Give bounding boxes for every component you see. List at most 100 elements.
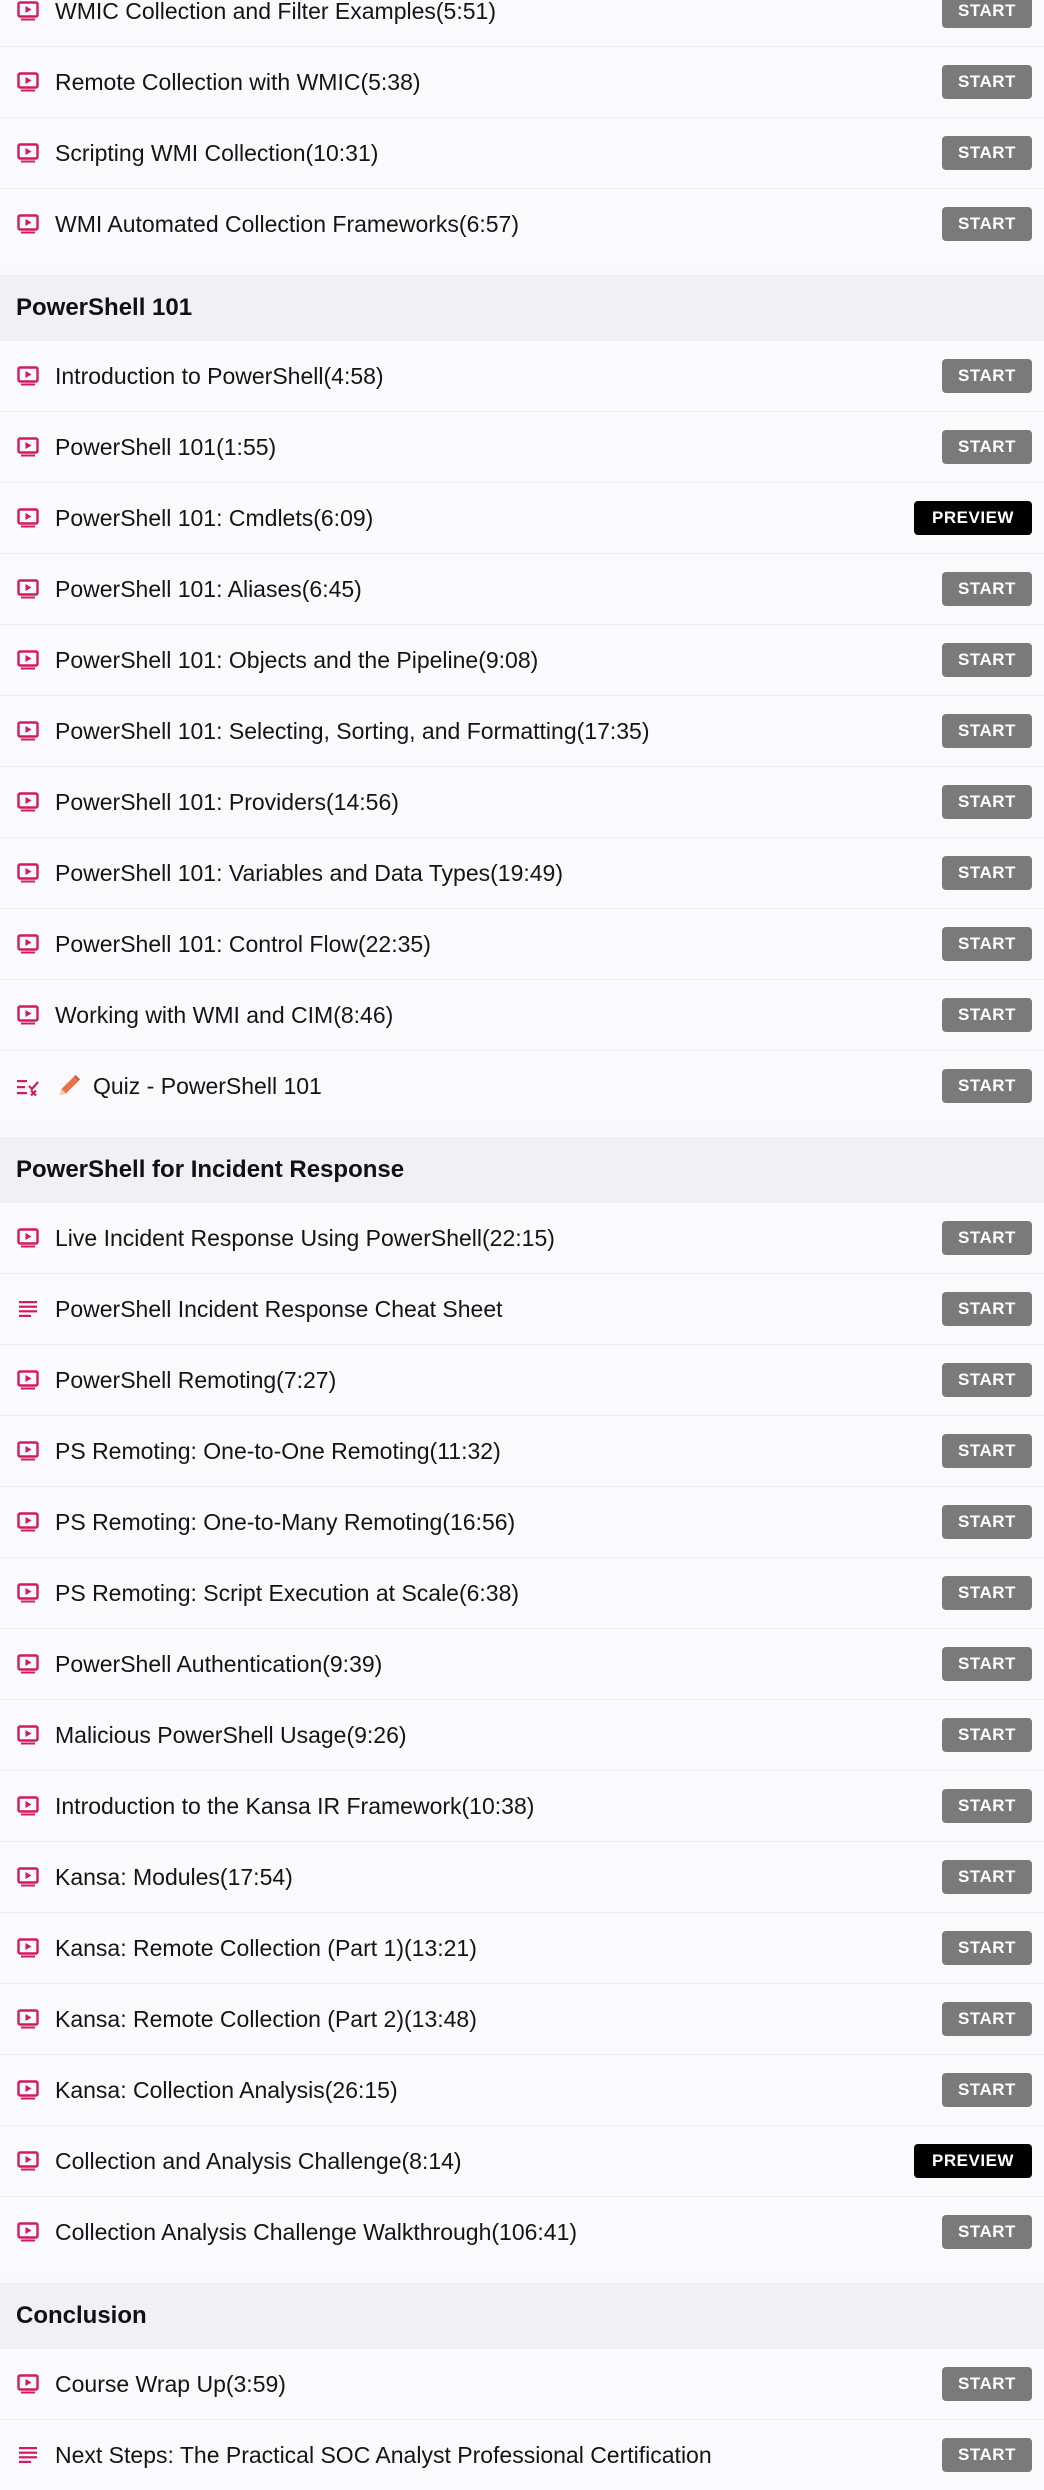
lesson-title[interactable]: PowerShell 101(1:55) — [55, 434, 1044, 461]
video-lesson-icon — [16, 2220, 40, 2244]
start-button[interactable]: START — [942, 572, 1032, 606]
lesson-title[interactable]: Kansa: Modules(17:54) — [55, 1864, 1044, 1891]
start-button[interactable]: START — [942, 856, 1032, 890]
start-button[interactable]: START — [942, 1789, 1032, 1823]
preview-button[interactable]: PREVIEW — [914, 501, 1032, 535]
lesson-title[interactable]: WMIC Collection and Filter Examples(5:51… — [55, 0, 1044, 25]
start-button[interactable]: START — [942, 430, 1032, 464]
lesson-item[interactable]: Working with WMI and CIM(8:46) START — [0, 980, 1044, 1051]
lesson-item[interactable]: PS Remoting: One-to-One Remoting(11:32) S… — [0, 1416, 1044, 1487]
start-button[interactable]: START — [942, 2438, 1032, 2472]
lesson-item[interactable]: PowerShell 101: Objects and the Pipeline… — [0, 625, 1044, 696]
lesson-title[interactable]: PowerShell 101: Cmdlets(6:09) — [55, 505, 1044, 532]
lesson-title[interactable]: PowerShell 101: Providers(14:56) — [55, 789, 1044, 816]
start-button[interactable]: START — [942, 1292, 1032, 1326]
start-button[interactable]: START — [942, 1221, 1032, 1255]
lesson-item[interactable]: PS Remoting: One-to-Many Remoting(16:56)… — [0, 1487, 1044, 1558]
start-button[interactable]: START — [942, 2215, 1032, 2249]
lesson-item[interactable]: Collection Analysis Challenge Walkthroug… — [0, 2197, 1044, 2267]
lesson-title[interactable]: Working with WMI and CIM(8:46) — [55, 1002, 1044, 1029]
start-button[interactable]: START — [942, 1363, 1032, 1397]
start-button[interactable]: START — [942, 0, 1032, 28]
lesson-item[interactable]: Kansa: Modules(17:54) START — [0, 1842, 1044, 1913]
lesson-item[interactable]: PowerShell 101: Cmdlets(6:09) PREVIEW — [0, 483, 1044, 554]
lesson-item[interactable]: Next Steps: The Practical SOC Analyst Pr… — [0, 2420, 1044, 2490]
start-button[interactable]: START — [942, 927, 1032, 961]
lesson-title[interactable]: PS Remoting: Script Execution at Scale(6… — [55, 1580, 1044, 1607]
lesson-title[interactable]: Scripting WMI Collection(10:31) — [55, 140, 1044, 167]
lesson-item[interactable]: PowerShell 101: Control Flow(22:35) START — [0, 909, 1044, 980]
start-button[interactable]: START — [942, 714, 1032, 748]
start-button[interactable]: START — [942, 1718, 1032, 1752]
lesson-item[interactable]: Remote Collection with WMIC(5:38) START — [0, 47, 1044, 118]
start-button[interactable]: START — [942, 998, 1032, 1032]
lesson-item[interactable]: PowerShell 101: Aliases(6:45) START — [0, 554, 1044, 625]
lesson-title[interactable]: PowerShell 101: Aliases(6:45) — [55, 576, 1044, 603]
start-button[interactable]: START — [942, 1647, 1032, 1681]
lesson-title[interactable]: WMI Automated Collection Frameworks(6:57… — [55, 211, 1044, 238]
start-button[interactable]: START — [942, 643, 1032, 677]
lesson-title[interactable]: PowerShell 101: Selecting, Sorting, and … — [55, 718, 1044, 745]
lesson-item[interactable]: Kansa: Remote Collection (Part 1)(13:21)… — [0, 1913, 1044, 1984]
lesson-title[interactable]: PowerShell Remoting(7:27) — [55, 1367, 1044, 1394]
lesson-title[interactable]: Collection and Analysis Challenge(8:14) — [55, 2148, 1044, 2175]
lesson-title[interactable]: PowerShell 101: Variables and Data Types… — [55, 860, 1044, 887]
lesson-title[interactable]: Live Incident Response Using PowerShell(… — [55, 1225, 1044, 1252]
lesson-title[interactable]: Kansa: Remote Collection (Part 2)(13:48) — [55, 2006, 1044, 2033]
start-button[interactable]: START — [942, 1069, 1032, 1103]
lesson-item[interactable]: Quiz - PowerShell 101 START — [0, 1051, 1044, 1121]
lesson-item[interactable]: PowerShell Incident Response Cheat Sheet… — [0, 1274, 1044, 1345]
start-button[interactable]: START — [942, 136, 1032, 170]
lesson-title[interactable]: Malicious PowerShell Usage(9:26) — [55, 1722, 1044, 1749]
start-button[interactable]: START — [942, 1860, 1032, 1894]
lesson-item[interactable]: Kansa: Remote Collection (Part 2)(13:48)… — [0, 1984, 1044, 2055]
start-button[interactable]: START — [942, 359, 1032, 393]
lesson-item[interactable]: PowerShell 101: Providers(14:56) START — [0, 767, 1044, 838]
lesson-title[interactable]: Kansa: Collection Analysis(26:15) — [55, 2077, 1044, 2104]
start-button[interactable]: START — [942, 785, 1032, 819]
lesson-item[interactable]: PS Remoting: Script Execution at Scale(6… — [0, 1558, 1044, 1629]
lesson-title[interactable]: Remote Collection with WMIC(5:38) — [55, 69, 1044, 96]
lesson-title[interactable]: PowerShell Authentication(9:39) — [55, 1651, 1044, 1678]
lesson-title[interactable]: Introduction to PowerShell(4:58) — [55, 363, 1044, 390]
start-button[interactable]: START — [942, 65, 1032, 99]
lesson-item[interactable]: WMI Automated Collection Frameworks(6:57… — [0, 189, 1044, 259]
lesson-title[interactable]: PS Remoting: One-to-Many Remoting(16:56) — [55, 1509, 1044, 1536]
lesson-title[interactable]: Next Steps: The Practical SOC Analyst Pr… — [55, 2442, 1044, 2469]
lesson-title[interactable]: Introduction to the Kansa IR Framework(1… — [55, 1793, 1044, 1820]
lesson-item[interactable]: Introduction to PowerShell(4:58) START — [0, 341, 1044, 412]
lesson-item[interactable]: Scripting WMI Collection(10:31) START — [0, 118, 1044, 189]
lesson-item[interactable]: Collection and Analysis Challenge(8:14) P… — [0, 2126, 1044, 2197]
lesson-item[interactable]: Course Wrap Up(3:59) START — [0, 2349, 1044, 2420]
text-lesson-icon — [16, 2443, 40, 2467]
lesson-item[interactable]: Malicious PowerShell Usage(9:26) START — [0, 1700, 1044, 1771]
lesson-title[interactable]: PowerShell 101: Control Flow(22:35) — [55, 931, 1044, 958]
start-button[interactable]: START — [942, 1931, 1032, 1965]
start-button[interactable]: START — [942, 2367, 1032, 2401]
preview-button[interactable]: PREVIEW — [914, 2144, 1032, 2178]
lesson-item[interactable]: Kansa: Collection Analysis(26:15) START — [0, 2055, 1044, 2126]
start-button[interactable]: START — [942, 2073, 1032, 2107]
lesson-item[interactable]: Introduction to the Kansa IR Framework(1… — [0, 1771, 1044, 1842]
video-lesson-icon — [16, 1003, 40, 1027]
lesson-title[interactable]: Course Wrap Up(3:59) — [55, 2371, 1044, 2398]
lesson-title[interactable]: Quiz - PowerShell 101 — [93, 1073, 1044, 1100]
lesson-item[interactable]: PowerShell Authentication(9:39) START — [0, 1629, 1044, 1700]
lesson-title[interactable]: Collection Analysis Challenge Walkthroug… — [55, 2219, 1044, 2246]
lesson-item[interactable]: WMIC Collection and Filter Examples(5:51… — [0, 0, 1044, 47]
lesson-item[interactable]: PowerShell 101: Selecting, Sorting, and … — [0, 696, 1044, 767]
lesson-item[interactable]: PowerShell Remoting(7:27) START — [0, 1345, 1044, 1416]
lesson-title[interactable]: Kansa: Remote Collection (Part 1)(13:21) — [55, 1935, 1044, 1962]
lesson-title[interactable]: PS Remoting: One-to-One Remoting(11:32) — [55, 1438, 1044, 1465]
video-lesson-icon — [16, 141, 40, 165]
lesson-item[interactable]: PowerShell 101: Variables and Data Types… — [0, 838, 1044, 909]
start-button[interactable]: START — [942, 1434, 1032, 1468]
lesson-item[interactable]: PowerShell 101(1:55) START — [0, 412, 1044, 483]
start-button[interactable]: START — [942, 2002, 1032, 2036]
lesson-title[interactable]: PowerShell Incident Response Cheat Sheet — [55, 1296, 1044, 1323]
lesson-title[interactable]: PowerShell 101: Objects and the Pipeline… — [55, 647, 1044, 674]
start-button[interactable]: START — [942, 207, 1032, 241]
lesson-item[interactable]: Live Incident Response Using PowerShell(… — [0, 1203, 1044, 1274]
start-button[interactable]: START — [942, 1505, 1032, 1539]
start-button[interactable]: START — [942, 1576, 1032, 1610]
